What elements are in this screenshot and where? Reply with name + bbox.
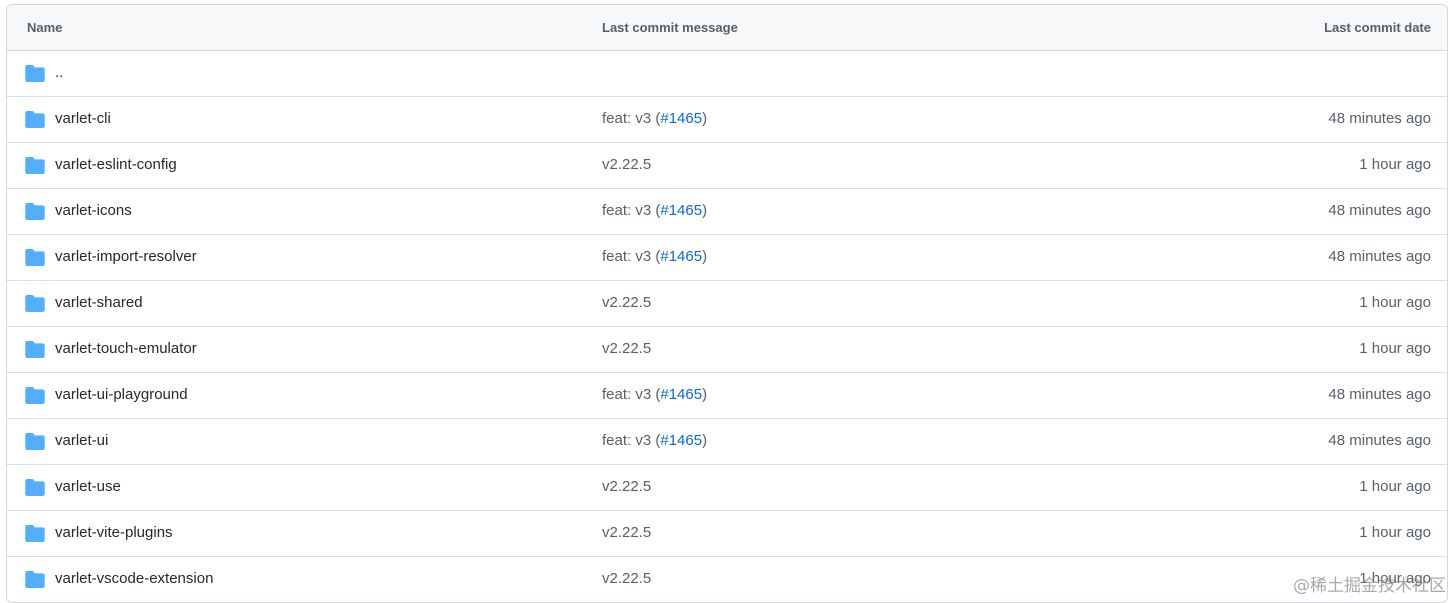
folder-icon: [25, 295, 45, 312]
header-commit-date: Last commit date: [1324, 20, 1431, 35]
pull-request-link[interactable]: #1465: [660, 202, 702, 219]
commit-message[interactable]: v2.22.5: [602, 478, 651, 495]
commit-message-suffix: ): [702, 386, 707, 403]
pull-request-link[interactable]: #1465: [660, 432, 702, 449]
table-row[interactable]: varlet-shared v2.22.5 1 hour ago: [7, 281, 1447, 327]
folder-icon: [25, 111, 45, 128]
commit-date: 48 minutes ago: [1328, 202, 1431, 219]
folder-name-link[interactable]: varlet-eslint-config: [55, 156, 177, 173]
header-commit-message: Last commit message: [602, 20, 738, 35]
commit-date: 1 hour ago: [1359, 340, 1431, 357]
folder-icon: [25, 525, 45, 542]
folder-icon: [25, 433, 45, 450]
commit-message-text[interactable]: v2.22.5: [602, 340, 651, 357]
pull-request-link[interactable]: #1465: [660, 386, 702, 403]
commit-message-suffix: ): [702, 248, 707, 265]
table-row[interactable]: varlet-import-resolver feat: v3 (#1465) 48…: [7, 235, 1447, 281]
header-name: Name: [27, 20, 62, 35]
commit-date: 1 hour ago: [1359, 156, 1431, 173]
folder-icon: [25, 479, 45, 496]
table-row[interactable]: varlet-cli feat: v3 (#1465) 48 minutes ago: [7, 97, 1447, 143]
commit-message[interactable]: v2.22.5: [602, 340, 651, 357]
commit-message[interactable]: feat: v3 (#1465): [602, 110, 707, 127]
commit-message[interactable]: v2.22.5: [602, 156, 651, 173]
commit-message-text[interactable]: feat: v3 (: [602, 248, 660, 265]
commit-message[interactable]: v2.22.5: [602, 570, 651, 587]
table-row[interactable]: varlet-icons feat: v3 (#1465) 48 minutes a…: [7, 189, 1447, 235]
parent-directory-row[interactable]: ..: [7, 51, 1447, 97]
commit-message[interactable]: v2.22.5: [602, 524, 651, 541]
table-row[interactable]: varlet-vite-plugins v2.22.5 1 hour ago: [7, 511, 1447, 557]
commit-message-text[interactable]: v2.22.5: [602, 478, 651, 495]
commit-date: 48 minutes ago: [1328, 386, 1431, 403]
folder-icon: [25, 157, 45, 174]
table-row[interactable]: varlet-vscode-extensionv2.22.51 hour ago: [7, 557, 1447, 602]
commit-message[interactable]: feat: v3 (#1465): [602, 432, 707, 449]
folder-icon: [25, 65, 45, 82]
commit-date: 1 hour ago: [1359, 294, 1431, 311]
commit-message-text[interactable]: feat: v3 (: [602, 432, 660, 449]
table-row[interactable]: varlet-eslint-config v2.22.5 1 hour ago: [7, 143, 1447, 189]
commit-message[interactable]: feat: v3 (#1465): [602, 386, 707, 403]
folder-name-link[interactable]: varlet-use: [55, 478, 121, 495]
commit-date: 48 minutes ago: [1328, 248, 1431, 265]
commit-message[interactable]: feat: v3 (#1465): [602, 248, 707, 265]
folder-name-link[interactable]: varlet-cli: [55, 110, 111, 127]
commit-date: 1 hour ago: [1359, 478, 1431, 495]
folder-name-link[interactable]: varlet-vscode-extension: [55, 570, 213, 587]
commit-message-text[interactable]: v2.22.5: [602, 524, 651, 541]
commit-message-text[interactable]: v2.22.5: [602, 570, 651, 587]
table-row[interactable]: varlet-touch-emulator v2.22.5 1 hour ago: [7, 327, 1447, 373]
pull-request-link[interactable]: #1465: [660, 248, 702, 265]
table-header: Name Last commit message Last commit dat…: [7, 5, 1447, 51]
commit-message-suffix: ): [702, 110, 707, 127]
commit-message-text[interactable]: v2.22.5: [602, 294, 651, 311]
folder-name-link[interactable]: varlet-vite-plugins: [55, 524, 173, 541]
folder-icon: [25, 571, 45, 588]
commit-message-text[interactable]: feat: v3 (: [602, 386, 660, 403]
commit-date: 48 minutes ago: [1328, 432, 1431, 449]
folder-icon: [25, 341, 45, 358]
folder-name-link[interactable]: varlet-icons: [55, 202, 132, 219]
watermark: @稀土掘金技术社区: [1293, 571, 1446, 596]
commit-date: 48 minutes ago: [1328, 110, 1431, 127]
table-row[interactable]: varlet-ui-playground feat: v3 (#1465) 48 m…: [7, 373, 1447, 419]
folder-name-link[interactable]: varlet-shared: [55, 294, 143, 311]
commit-message-suffix: ): [702, 432, 707, 449]
commit-message-text[interactable]: v2.22.5: [602, 156, 651, 173]
parent-directory-link[interactable]: ..: [55, 64, 63, 81]
commit-message-text[interactable]: feat: v3 (: [602, 202, 660, 219]
folder-name-link[interactable]: varlet-touch-emulator: [55, 340, 197, 357]
commit-date: 1 hour ago: [1359, 524, 1431, 541]
commit-message-text[interactable]: feat: v3 (: [602, 110, 660, 127]
folder-icon: [25, 249, 45, 266]
folder-icon: [25, 387, 45, 404]
file-table: Name Last commit message Last commit dat…: [6, 4, 1448, 603]
folder-name-link[interactable]: varlet-import-resolver: [55, 248, 197, 265]
folder-icon: [25, 203, 45, 220]
folder-name-link[interactable]: varlet-ui: [55, 432, 108, 449]
commit-message[interactable]: v2.22.5: [602, 294, 651, 311]
table-row[interactable]: varlet-ui feat: v3 (#1465) 48 minutes ago: [7, 419, 1447, 465]
commit-message[interactable]: feat: v3 (#1465): [602, 202, 707, 219]
table-row[interactable]: varlet-use v2.22.5 1 hour ago: [7, 465, 1447, 511]
pull-request-link[interactable]: #1465: [660, 110, 702, 127]
commit-message-suffix: ): [702, 202, 707, 219]
folder-name-link[interactable]: varlet-ui-playground: [55, 386, 188, 403]
